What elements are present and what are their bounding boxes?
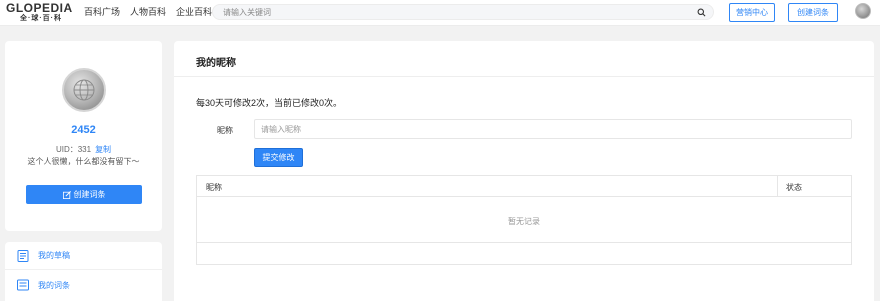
menu-label-entries: 我的词条: [38, 280, 70, 290]
nickname-panel: 我的昵称 每30天可修改2次，当前已修改0次。 昵称 提交修改 昵称 状态 暂无…: [174, 41, 874, 301]
submit-change-button[interactable]: 提交修改: [254, 148, 303, 167]
marketing-center-button[interactable]: 营销中心: [729, 3, 775, 22]
search-input[interactable]: [223, 7, 683, 18]
create-entry-button[interactable]: 创建词条: [26, 185, 142, 204]
search-bar: [212, 4, 714, 20]
modify-limit-notice: 每30天可修改2次，当前已修改0次。: [196, 98, 343, 108]
page-title: 我的昵称: [196, 58, 236, 69]
logo-subtitle: 全·球·百·科: [20, 15, 62, 22]
draft-icon: [17, 249, 29, 262]
create-entry-top-button[interactable]: 创建词条: [788, 3, 838, 22]
profile-avatar: [62, 68, 106, 112]
column-header-nickname: 昵称: [206, 183, 222, 192]
nickname-history-table: 昵称 状态 暂无记录: [196, 175, 852, 265]
empty-row: 暂无记录: [197, 198, 851, 243]
create-entry-label: 创建词条: [73, 190, 106, 199]
entries-icon: [17, 279, 29, 291]
edit-icon: [62, 190, 71, 199]
main-nav: 百科广场 人物百科 企业百科: [84, 6, 212, 18]
user-avatar[interactable]: [855, 3, 871, 19]
title-divider: [174, 76, 874, 77]
column-divider: [777, 176, 778, 197]
menu-item-drafts[interactable]: 我的草稿: [5, 242, 162, 270]
nav-item-encyclopedia-square[interactable]: 百科广场: [84, 6, 120, 18]
column-header-status: 状态: [786, 183, 802, 192]
top-header: GLOPEDIA 全·球·百·科 百科广场 人物百科 企业百科 营销中心 创建词…: [0, 0, 880, 26]
uid-text: UID：331: [55, 145, 92, 154]
profile-uid: UID：331 复制: [5, 144, 162, 155]
profile-card: 2452 UID：331 复制 这个人很懒，什么都没有留下～ 创建词条: [5, 41, 162, 231]
empty-state-text: 暂无记录: [508, 217, 540, 226]
search-icon[interactable]: [697, 8, 706, 17]
globe-icon: [73, 79, 95, 101]
menu-item-entries[interactable]: 我的词条: [5, 271, 162, 299]
logo-text: GLOPEDIA: [6, 1, 73, 15]
profile-bio: 这个人很懒，什么都没有留下～: [27, 157, 140, 166]
nickname-input[interactable]: [254, 119, 852, 139]
table-header: 昵称 状态: [197, 176, 851, 197]
menu-label-drafts: 我的草稿: [38, 251, 70, 260]
copy-uid-link[interactable]: 复制: [95, 145, 111, 154]
nickname-label: 昵称: [217, 126, 233, 135]
glopedia-logo[interactable]: GLOPEDIA 全·球·百·科: [6, 2, 72, 24]
profile-username: 2452: [71, 124, 96, 136]
side-menu: 我的草稿 我的词条: [5, 242, 162, 301]
nav-item-enterprise[interactable]: 企业百科: [176, 6, 212, 18]
nav-item-people[interactable]: 人物百科: [130, 6, 166, 18]
